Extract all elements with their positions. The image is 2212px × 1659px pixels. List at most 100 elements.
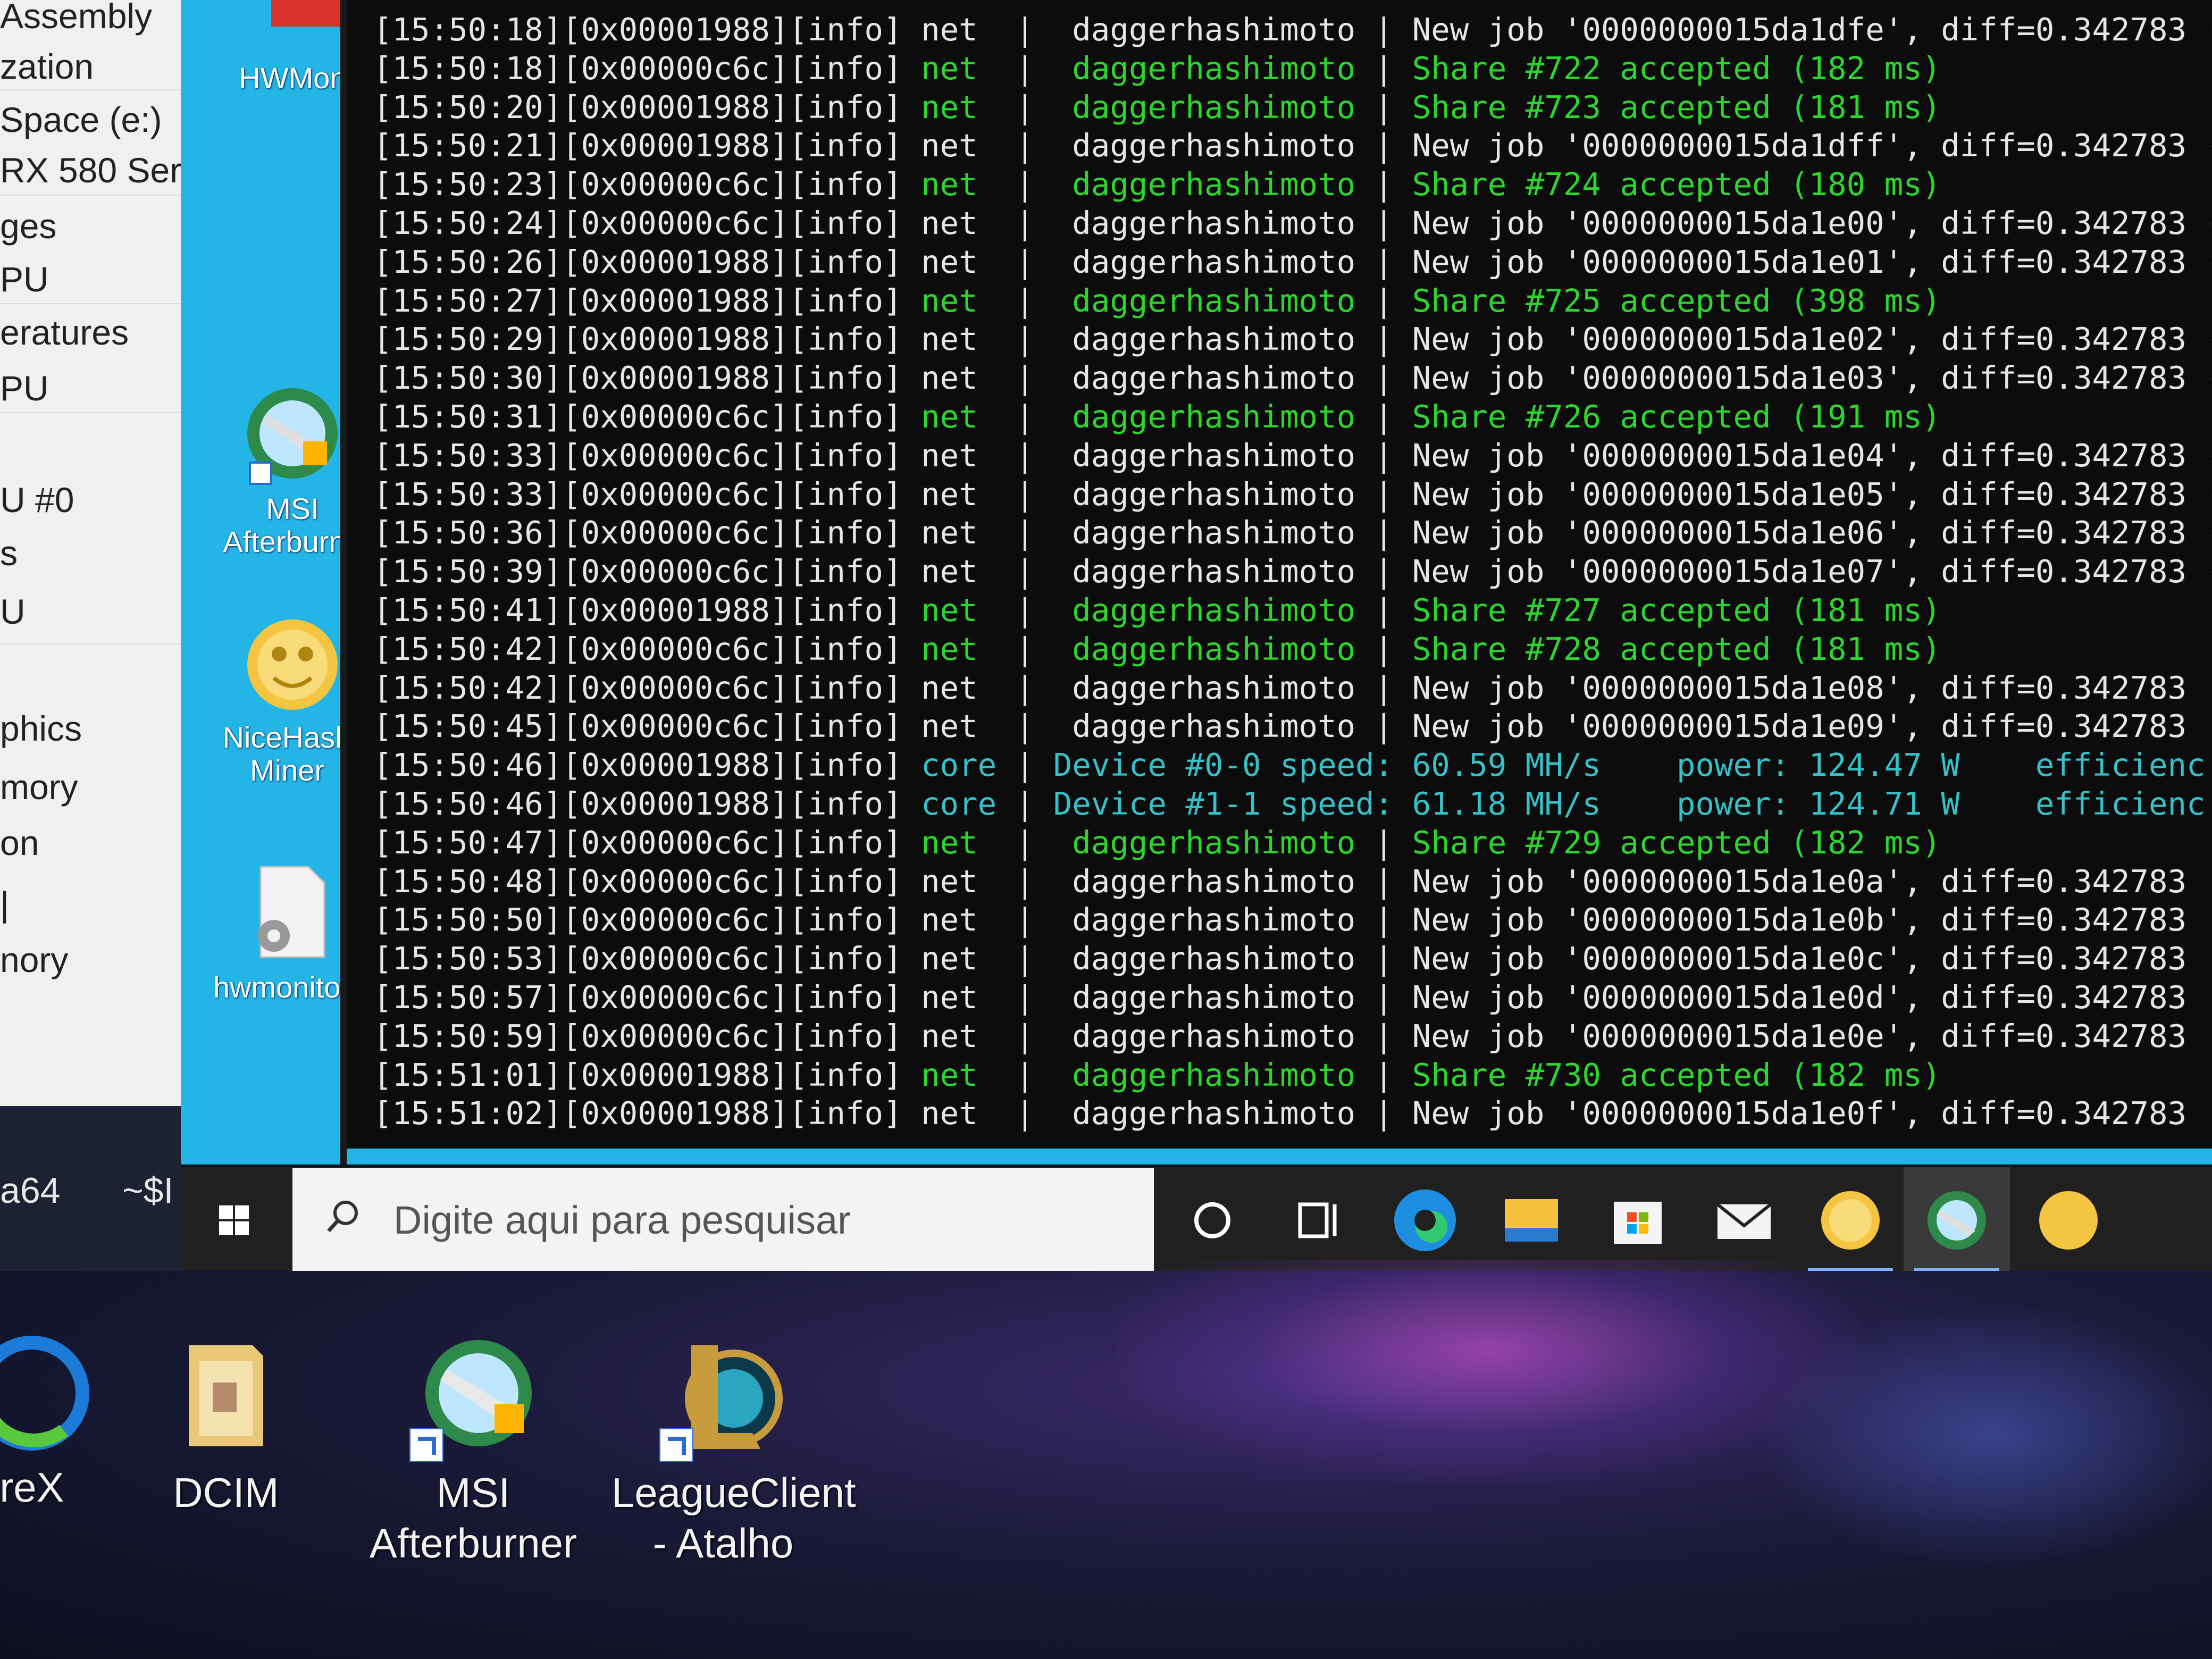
log-separator: |	[1355, 475, 1412, 513]
nicehash-icon[interactable]	[1797, 1167, 1904, 1271]
log-separator: |	[1355, 901, 1412, 939]
desktop-icon-label[interactable]: ~$I	[122, 1170, 173, 1211]
start-button[interactable]	[181, 1167, 287, 1271]
log-prefix: [15:50:20][0x00001988][info]	[373, 88, 921, 125]
log-source: Device #0-0 speed: 60.59 MH/s	[1053, 747, 1601, 784]
mail-icon[interactable]	[1691, 1167, 1797, 1271]
log-prefix: [15:50:18][0x00000c6c][info]	[373, 49, 921, 87]
log-separator: |	[1355, 669, 1412, 706]
log-line: [15:50:33][0x00000c6c][info] net | dagge…	[373, 475, 2212, 514]
log-line: [15:50:46][0x00001988][info] core | Devi…	[373, 746, 2206, 784]
secondary-desktop: reX DCIM MSI Afterburner LeagueClient - …	[0, 1260, 2212, 1659]
log-separator: |	[1355, 88, 1412, 125]
log-source: daggerhashimoto	[1072, 824, 1356, 861]
log-line: [15:50:18][0x00000c6c][info] net | dagge…	[373, 49, 1941, 88]
log-module: net	[921, 88, 978, 125]
log-prefix: [15:50:30][0x00001988][info]	[373, 359, 921, 397]
log-separator: |	[977, 359, 1073, 397]
app-icon	[0, 1329, 96, 1457]
log-module: net	[921, 321, 978, 358]
log-separator: |	[977, 708, 1073, 745]
log-separator: |	[1355, 1056, 1412, 1093]
log-module: net	[921, 205, 978, 241]
log-prefix: [15:50:27][0x00001988][info]	[373, 282, 921, 319]
search-box[interactable]: Digite aqui para pesquisar	[292, 1168, 1154, 1271]
log-module: core	[921, 747, 997, 784]
log-line: [15:50:59][0x00000c6c][info] net | dagge…	[373, 1017, 2186, 1055]
log-source: daggerhashimoto	[1072, 862, 1356, 900]
afterburner-icon[interactable]	[1904, 1167, 2010, 1271]
log-source: daggerhashimoto	[1072, 475, 1356, 513]
log-message: New job '0000000015da1e0f', diff=0.34278…	[1412, 1095, 2187, 1132]
log-separator: |	[1355, 553, 1412, 590]
log-separator: |	[977, 553, 1073, 590]
desktop-icon-label[interactable]: a64	[0, 1170, 60, 1211]
log-source: daggerhashimoto	[1072, 88, 1356, 125]
log-line: [15:50:57][0x00000c6c][info] net | dagge…	[373, 978, 2186, 1017]
log-message: New job '0000000015da1e00', diff=0.34278…	[1412, 205, 2212, 241]
log-line: [15:50:46][0x00001988][info] core | Devi…	[373, 785, 2206, 823]
log-line: [15:50:42][0x00000c6c][info] net | dagge…	[373, 630, 1941, 668]
log-separator: |	[977, 592, 1073, 629]
desktop-icon-leagueclient[interactable]: LeagueClient - Atalho	[611, 1335, 856, 1569]
log-line: [15:50:50][0x00000c6c][info] net | dagge…	[373, 901, 2186, 939]
nicehash-icon[interactable]	[2010, 1167, 2116, 1271]
cortana-icon[interactable]	[1159, 1167, 1266, 1271]
log-separator: |	[977, 321, 1073, 358]
log-module: net	[921, 475, 978, 513]
log-message: New job '0000000015da1e07', diff=0.34278…	[1412, 553, 2212, 590]
log-separator: |	[977, 475, 1073, 513]
file-explorer-icon[interactable]	[1478, 1167, 1585, 1271]
log-separator: |	[1355, 1017, 1412, 1054]
log-separator: |	[977, 437, 1073, 474]
log-message: New job '0000000015da1e05', diff=0.34278…	[1412, 475, 2212, 513]
window-bottom-edge	[347, 1149, 2212, 1164]
log-prefix: [15:50:31][0x00000c6c][info]	[373, 398, 921, 435]
log-line: [15:50:39][0x00000c6c][info] net | dagge…	[373, 552, 2212, 591]
log-separator: |	[977, 166, 1073, 203]
desktop-icon-dcim[interactable]: DCIM	[114, 1335, 338, 1518]
log-separator: |	[977, 282, 1073, 319]
log-module: core	[921, 785, 997, 822]
log-source: daggerhashimoto	[1072, 1095, 1356, 1132]
log-separator: |	[977, 49, 1073, 87]
log-separator: |	[1355, 11, 1412, 48]
log-module: net	[921, 553, 978, 590]
miner-console-window[interactable]: [15:50:18][0x00001988][info] net | dagge…	[340, 0, 2212, 1164]
log-separator: |	[1355, 398, 1412, 435]
log-message: New job '0000000015da1e0e', diff=0.34278…	[1412, 1017, 2187, 1054]
log-module: net	[921, 166, 978, 203]
log-separator: |	[1355, 321, 1412, 358]
log-module: net	[921, 824, 978, 861]
log-module: net	[921, 243, 978, 280]
log-source: daggerhashimoto	[1072, 901, 1356, 939]
store-icon[interactable]	[1585, 1167, 1691, 1271]
log-module: net	[921, 940, 978, 977]
log-separator: |	[1355, 708, 1412, 745]
log-separator: |	[1355, 979, 1412, 1016]
task-view-icon[interactable]	[1266, 1167, 1372, 1271]
log-prefix: [15:50:47][0x00000c6c][info]	[373, 824, 921, 861]
desktop-icon-msi-afterburner[interactable]: MSI Afterburner	[362, 1335, 585, 1569]
log-separator: |	[1355, 127, 1412, 164]
log-separator: |	[1355, 514, 1412, 551]
log-module: net	[921, 669, 978, 706]
log-separator: |	[977, 205, 1073, 241]
log-module: net	[921, 359, 978, 397]
log-separator: |	[996, 747, 1053, 784]
shortcut-arrow-icon	[659, 1428, 693, 1462]
log-message: power: 124.47 W efficienc	[1676, 747, 2206, 784]
log-source: daggerhashimoto	[1072, 49, 1356, 87]
log-line: [15:50:42][0x00000c6c][info] net | dagge…	[373, 669, 2186, 707]
log-separator	[1601, 785, 1677, 822]
log-separator: |	[977, 862, 1073, 900]
edge-icon[interactable]	[1372, 1167, 1478, 1271]
log-separator	[1601, 747, 1677, 783]
log-line: [15:50:18][0x00001988][info] net | dagge…	[373, 11, 2212, 49]
log-module: net	[921, 398, 978, 435]
log-prefix: [15:50:42][0x00000c6c][info]	[373, 669, 921, 706]
log-line: [15:51:02][0x00001988][info] net | dagge…	[373, 1094, 2186, 1133]
log-line: [15:50:31][0x00000c6c][info] net | dagge…	[373, 398, 1941, 436]
log-separator: |	[977, 979, 1073, 1016]
log-message: Share #730 accepted (182 ms)	[1412, 1056, 1941, 1093]
